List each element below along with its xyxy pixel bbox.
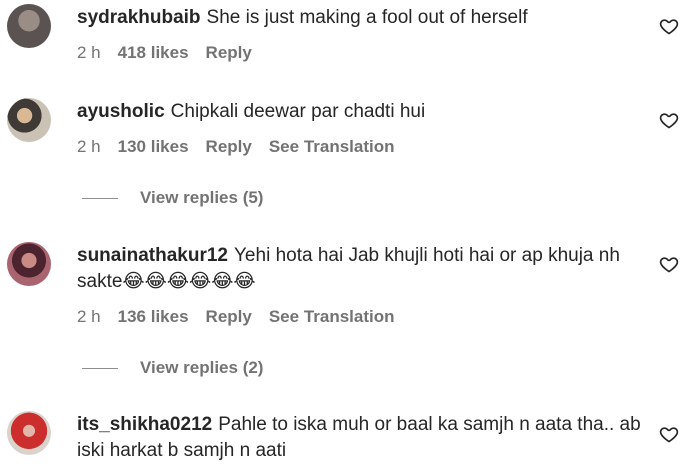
view-replies-label[interactable]: View replies (5) — [140, 188, 263, 208]
comment-username[interactable]: ayusholic — [77, 101, 165, 122]
comment-text: She is just making a fool out of herself — [206, 7, 528, 28]
comment-likes[interactable]: 130 likes — [118, 137, 189, 156]
like-heart-icon[interactable] — [659, 16, 679, 36]
comment-age: 2 h — [77, 137, 101, 156]
comment-age: 2 h — [77, 307, 101, 326]
avatar[interactable] — [7, 98, 51, 142]
comment-body: ayusholic Chipkali deewar par chadti hui — [77, 99, 642, 125]
view-replies-label[interactable]: View replies (2) — [140, 358, 263, 378]
comment-age: 2 h — [77, 43, 101, 62]
comment-likes[interactable]: 418 likes — [118, 43, 189, 62]
see-translation-button[interactable]: See Translation — [269, 137, 395, 156]
comment-username[interactable]: its_shikha0212 — [77, 414, 212, 435]
comment-body: sunainathakur12 Yehi hota hai Jab khujli … — [77, 243, 642, 295]
avatar[interactable] — [7, 4, 51, 48]
comment-body: sydrakhubaib She is just making a fool ou… — [77, 5, 642, 31]
avatar[interactable] — [7, 411, 51, 455]
comment-meta: 2 h 136 likes Reply See Translation — [77, 307, 412, 327]
like-heart-icon[interactable] — [659, 424, 679, 444]
replies-divider — [82, 368, 118, 369]
like-heart-icon[interactable] — [659, 254, 679, 274]
avatar[interactable] — [7, 242, 51, 286]
like-heart-icon[interactable] — [659, 110, 679, 130]
replies-divider — [82, 198, 118, 199]
comment-text: Chipkali deewar par chadti hui — [170, 101, 426, 122]
comment-meta: 2 h 130 likes Reply See Translation — [77, 137, 412, 157]
comment-username[interactable]: sunainathakur12 — [77, 245, 228, 266]
comment-meta: 2 h 418 likes Reply — [77, 43, 269, 63]
see-translation-button[interactable]: See Translation — [269, 307, 395, 326]
comment-likes[interactable]: 136 likes — [118, 307, 189, 326]
reply-button[interactable]: Reply — [206, 137, 252, 156]
reply-button[interactable]: Reply — [206, 307, 252, 326]
comment-body: its_shikha0212 Pahle to iska muh or baal … — [77, 412, 642, 464]
reply-button[interactable]: Reply — [206, 43, 252, 62]
comment-username[interactable]: sydrakhubaib — [77, 7, 201, 28]
